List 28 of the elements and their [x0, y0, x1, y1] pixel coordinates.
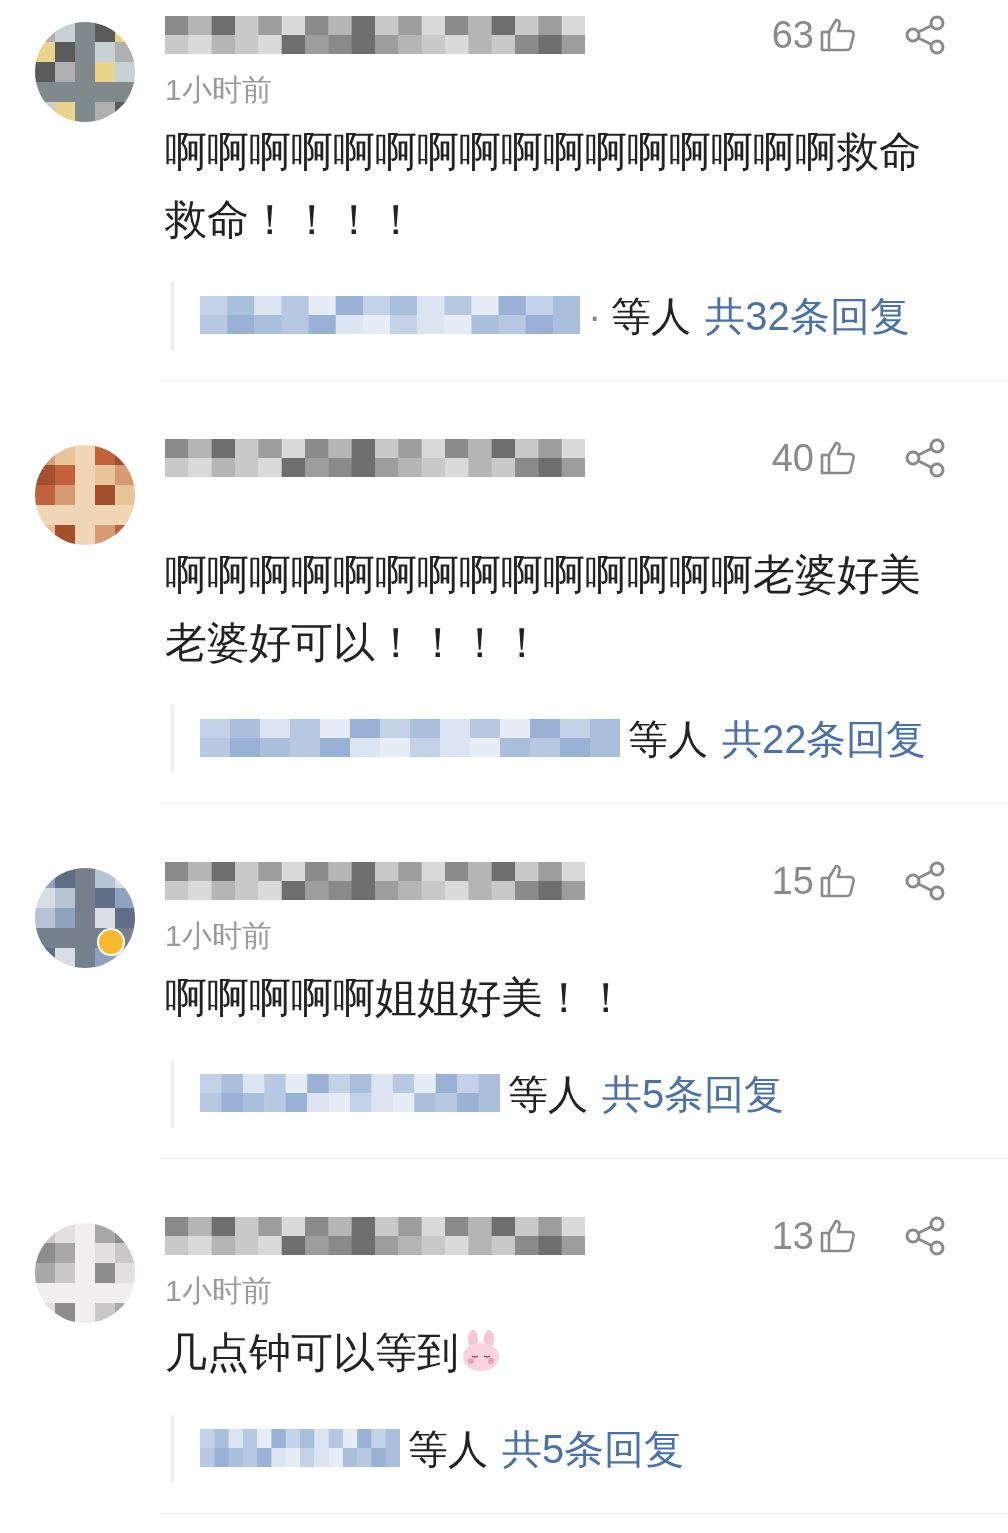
- separator-dot: ·: [588, 294, 602, 338]
- thumbs-up-icon[interactable]: [820, 1219, 856, 1253]
- avatar[interactable]: [35, 1223, 135, 1323]
- replies-link[interactable]: 共22条回复: [722, 717, 927, 761]
- comment-text: 啊啊啊啊啊啊啊啊啊啊啊啊啊啊老婆好美老婆好可以！！！！: [165, 550, 922, 668]
- thumbs-up-icon[interactable]: [820, 441, 856, 475]
- reply-users-suffix: 等人: [408, 1427, 488, 1471]
- like-count: 15: [771, 858, 814, 904]
- like-count: 13: [771, 1213, 814, 1259]
- avatar[interactable]: [35, 868, 135, 968]
- reply-users-suffix: 等人: [508, 1072, 588, 1116]
- timestamp: 1小时前: [165, 1274, 272, 1307]
- replies-link[interactable]: 共32条回复: [705, 294, 910, 338]
- avatar[interactable]: [35, 445, 135, 545]
- timestamp: 1小时前: [165, 919, 272, 952]
- like-count: 63: [771, 12, 814, 58]
- comment-text: 啊啊啊啊啊啊啊啊啊啊啊啊啊啊啊啊救命救命！！！！: [165, 127, 922, 245]
- avatar[interactable]: [35, 22, 135, 122]
- thumbs-up-icon[interactable]: [820, 864, 856, 898]
- thumbs-up-icon[interactable]: [820, 18, 856, 52]
- timestamp: 1小时前: [165, 73, 272, 106]
- replies-link[interactable]: 共5条回复: [602, 1072, 785, 1116]
- comment-text: 啊啊啊啊啊姐姐好美！！: [165, 973, 628, 1023]
- comment-text: 几点钟可以等到: [165, 1319, 948, 1387]
- like-count: 40: [771, 435, 814, 481]
- replies-link[interactable]: 共5条回复: [502, 1427, 685, 1471]
- reply-users-suffix: 等人: [628, 717, 708, 761]
- reply-users-suffix: 等人: [611, 294, 692, 338]
